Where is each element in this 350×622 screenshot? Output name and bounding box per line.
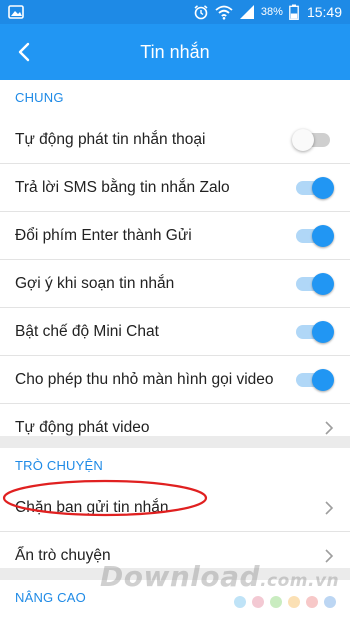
clock: 15:49 <box>306 4 342 20</box>
battery-percent: 38% <box>260 6 283 18</box>
status-bar: 38% 15:49 <box>0 0 350 24</box>
chevron-right-icon <box>325 501 334 515</box>
toggle-switch-on[interactable] <box>294 273 334 295</box>
toggle-switch-on[interactable] <box>294 369 334 391</box>
watermark-dot <box>324 596 336 608</box>
wifi-icon <box>215 5 233 20</box>
toggle-switch-off[interactable] <box>292 129 332 151</box>
setting-auto-play-video[interactable]: Tự động phát video <box>0 403 350 451</box>
section-header-chung: CHUNG <box>15 90 64 105</box>
setting-label: Cho phép thu nhỏ màn hình gọi video <box>15 371 274 388</box>
setting-compose-suggestions[interactable]: Gợi ý khi soạn tin nhắn <box>0 259 350 307</box>
watermark-dot <box>234 596 246 608</box>
watermark-dots <box>234 596 336 608</box>
toggle-switch-on[interactable] <box>294 177 334 199</box>
setting-label: Trả lời SMS bằng tin nhắn Zalo <box>15 179 230 196</box>
signal-icon <box>239 5 254 19</box>
setting-mini-chat[interactable]: Bật chế độ Mini Chat <box>0 307 350 355</box>
section-chung: CHUNG Tự động phát tin nhắn thoại Trả lờ… <box>0 80 350 436</box>
setting-label: Bật chế độ Mini Chat <box>15 323 159 340</box>
alarm-icon <box>194 5 208 20</box>
watermark-suffix: .com.vn <box>260 571 340 591</box>
page-title: Tin nhắn <box>140 42 210 62</box>
toggle-switch-on[interactable] <box>294 225 334 247</box>
watermark-dot <box>288 596 300 608</box>
highlight-ellipse <box>2 479 208 517</box>
setting-label: Ẩn trò chuyện <box>15 547 111 564</box>
setting-label: Tự động phát tin nhắn thoại <box>15 131 206 148</box>
setting-label: Gợi ý khi soạn tin nhắn <box>15 275 175 292</box>
watermark-dot <box>252 596 264 608</box>
setting-reply-sms-with-zalo[interactable]: Trả lời SMS bằng tin nhắn Zalo <box>0 163 350 211</box>
setting-enter-to-send[interactable]: Đổi phím Enter thành Gửi <box>0 211 350 259</box>
watermark-brand: Download <box>100 560 261 593</box>
app-bar: Tin nhắn <box>0 24 350 80</box>
setting-minimize-video-call[interactable]: Cho phép thu nhỏ màn hình gọi video <box>0 355 350 403</box>
watermark-logo: Download.com.vn <box>100 560 339 594</box>
setting-label: Đổi phím Enter thành Gửi <box>15 227 192 244</box>
chevron-right-icon <box>325 421 334 435</box>
gallery-icon <box>8 5 24 19</box>
setting-auto-play-voice-message[interactable]: Tự động phát tin nhắn thoại <box>0 116 350 163</box>
setting-label: Tự động phát video <box>15 419 150 436</box>
watermark-dot <box>270 596 282 608</box>
battery-icon <box>289 4 299 20</box>
watermark-dot <box>306 596 318 608</box>
toggle-switch-on[interactable] <box>294 321 334 343</box>
